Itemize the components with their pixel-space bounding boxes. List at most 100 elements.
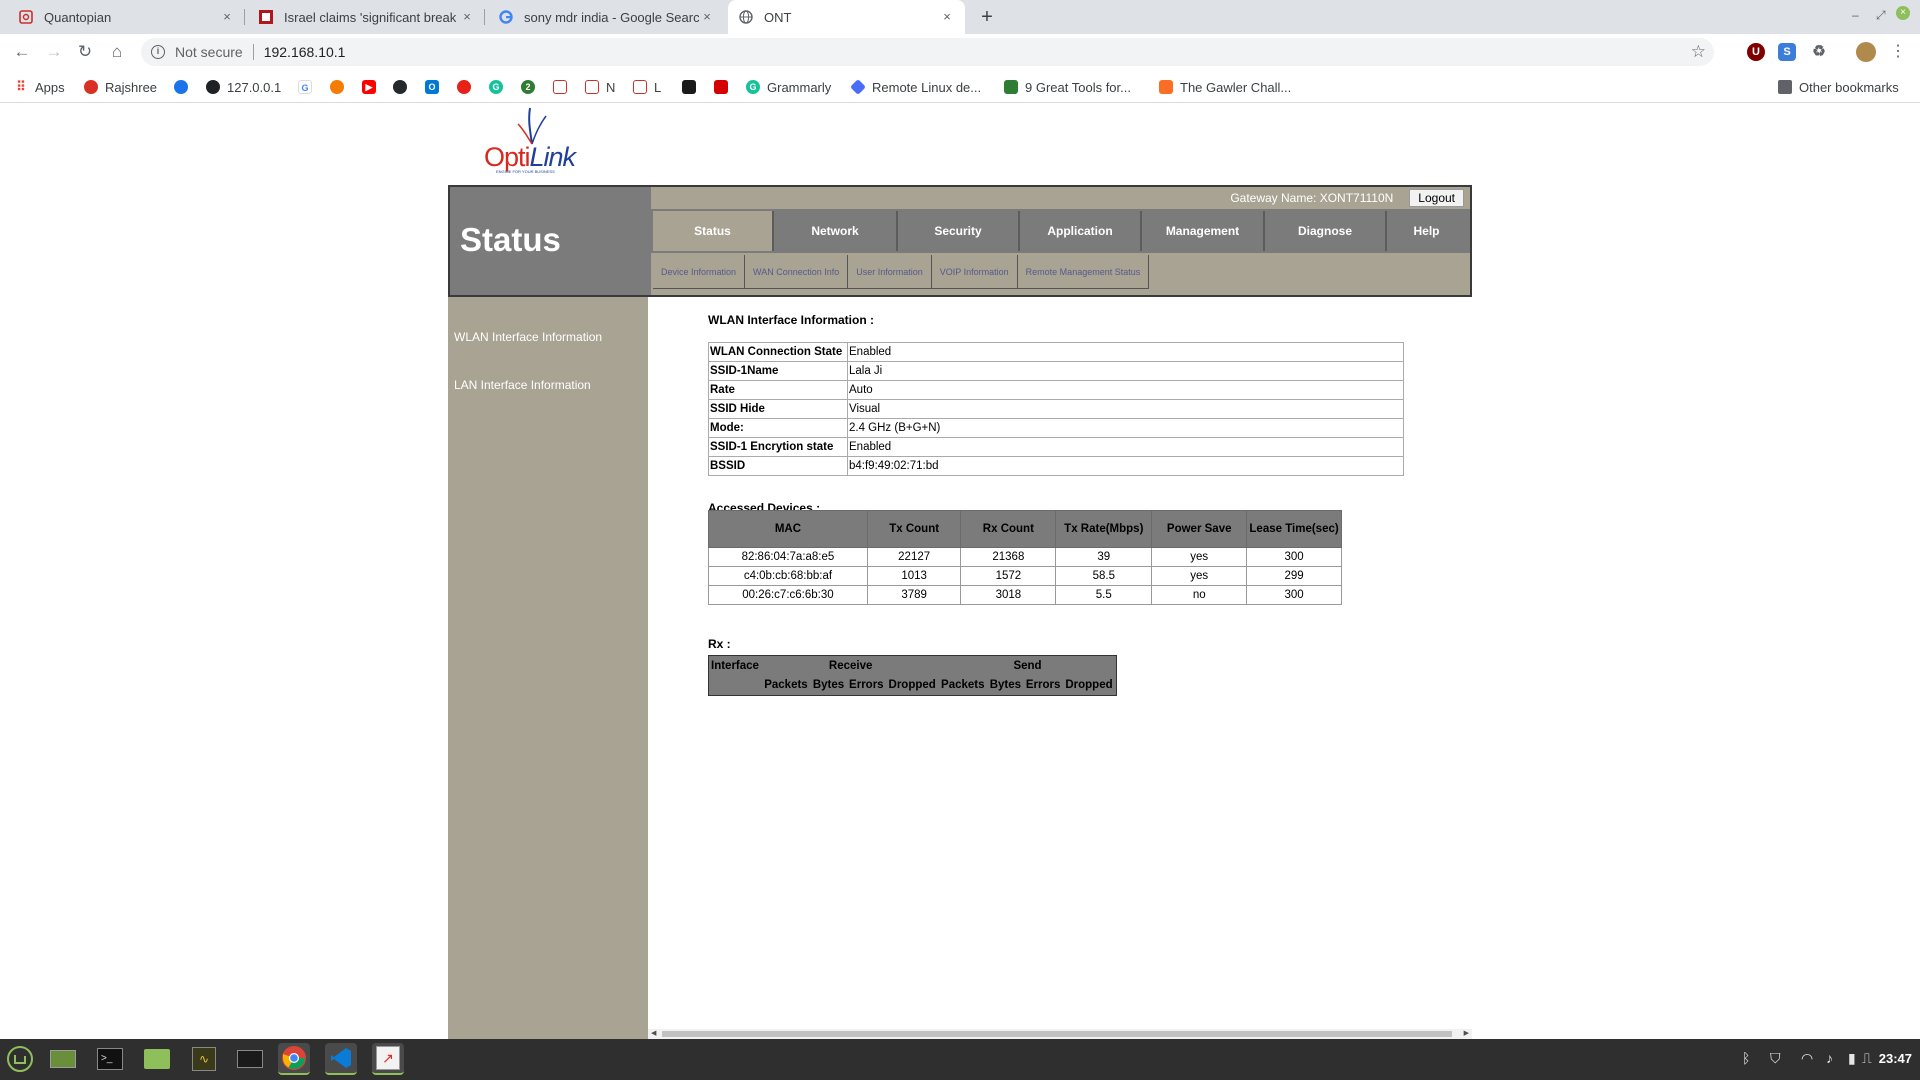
terminal-icon[interactable]: >_ [94, 1043, 126, 1075]
close-tab-icon[interactable]: × [219, 9, 235, 25]
tab-diagnose[interactable]: Diagnose [1265, 211, 1387, 251]
scroll-left-icon[interactable]: ◀ [651, 1029, 656, 1039]
bookmark-grammarly[interactable]: G Grammarly [746, 77, 831, 97]
scroll-right-icon[interactable]: ▶ [1464, 1029, 1469, 1039]
vscode-icon[interactable] [325, 1043, 357, 1075]
chrome-taskbar-icon[interactable] [278, 1043, 310, 1075]
extension-sync-icon[interactable]: S [1778, 43, 1796, 61]
info-icon[interactable]: i [151, 45, 165, 59]
display-icon[interactable] [234, 1043, 266, 1075]
tab-news[interactable]: Israel claims 'significant break × [248, 0, 485, 34]
rx-column-header: Dropped [1065, 679, 1113, 692]
gitlab-icon [1159, 80, 1173, 94]
tab-network[interactable]: Network [774, 211, 898, 251]
bookmark-google[interactable]: G [298, 77, 312, 97]
app-chart-icon[interactable]: ↗ [372, 1043, 404, 1075]
show-desktop-icon[interactable] [47, 1043, 79, 1075]
shield-icon[interactable]: ⛉ [1770, 1050, 1781, 1067]
swirl-icon [174, 80, 188, 94]
wlan-field-label: SSID-1 Encrytion state [708, 437, 848, 457]
bluetooth-icon[interactable]: ᛒ [1742, 1050, 1750, 1066]
sidebar-item-lan[interactable]: LAN Interface Information [454, 378, 591, 392]
bookmark-dark[interactable] [682, 77, 696, 97]
reload-icon[interactable]: ↻ [73, 40, 97, 64]
bookmark-duckduckgo[interactable] [330, 77, 344, 97]
grammarly-icon: G [746, 80, 760, 94]
ublock-icon[interactable]: U [1747, 43, 1765, 61]
tab-quantopian[interactable]: Quantopian × [8, 0, 245, 34]
table-cell: 1572 [960, 566, 1057, 586]
new-tab-button[interactable]: + [974, 5, 1000, 29]
address-bar[interactable]: i Not secure 192.168.10.1 ☆ [141, 38, 1714, 66]
column-header: MAC [708, 510, 868, 548]
bookmark-outlook[interactable]: O [425, 77, 439, 97]
tab-status[interactable]: Status [653, 211, 774, 251]
close-tab-icon[interactable]: × [459, 9, 475, 25]
bookmark-grammarly-1[interactable]: G [489, 77, 503, 97]
wlan-field-label: BSSID [708, 456, 848, 476]
back-icon[interactable]: ← [10, 40, 34, 64]
bookmark-l[interactable]: L [633, 77, 661, 97]
menu-icon[interactable]: ⋮ [1886, 40, 1910, 64]
tab-application[interactable]: Application [1020, 211, 1142, 251]
logo-part1: Opti [484, 142, 531, 172]
files-icon[interactable] [141, 1043, 173, 1075]
tab-google-search[interactable]: sony mdr india - Google Searc × [488, 0, 725, 34]
bookmark-red[interactable] [714, 77, 728, 97]
bookmark-apps[interactable]: ⠿ Apps [14, 77, 64, 97]
close-tab-icon[interactable]: × [699, 9, 715, 25]
mint-menu-icon[interactable] [4, 1043, 36, 1075]
system-monitor-icon[interactable]: ∿ [188, 1043, 220, 1075]
other-bookmarks[interactable]: Other bookmarks [1778, 77, 1899, 97]
bookmark-2[interactable]: 2 [521, 77, 535, 97]
volume-icon[interactable]: ♪ [1826, 1050, 1833, 1066]
bookmark-remote-linux[interactable]: Remote Linux de... [850, 77, 981, 97]
scrollbar-thumb[interactable] [662, 1031, 1452, 1037]
tab-help[interactable]: Help [1387, 211, 1466, 251]
tab-security[interactable]: Security [898, 211, 1020, 251]
battery-icon[interactable]: ▮ [1848, 1050, 1856, 1067]
tab-title: Quantopian [44, 9, 112, 25]
subtab-wan-connection-info[interactable]: WAN Connection Info [745, 255, 849, 289]
taskbar: >_ ∿ ↗ ᛒ ⛉ ◠ ♪ ▮ ⎍ 23:47 [0, 1039, 1920, 1080]
bookmark-n[interactable]: N [585, 77, 615, 97]
bookmark-pocket[interactable] [457, 77, 471, 97]
subtab-user-information[interactable]: User Information [848, 255, 932, 289]
forward-icon[interactable]: → [42, 40, 66, 64]
close-window-icon[interactable]: × [1896, 6, 1910, 20]
tab-management[interactable]: Management [1142, 211, 1265, 251]
bookmark-gawler[interactable]: The Gawler Chall... [1159, 77, 1291, 97]
bookmark-label: 9 Great Tools for... [1025, 79, 1131, 95]
profile-avatar[interactable] [1856, 42, 1876, 62]
tab-strip: Quantopian × Israel claims 'significant … [0, 0, 1920, 34]
rx-column-header: Errors [849, 679, 884, 692]
bookmark-localhost[interactable]: 127.0.0.1 [206, 77, 281, 97]
url-text[interactable]: 192.168.10.1 [264, 44, 346, 60]
logout-button[interactable]: Logout [1409, 189, 1464, 207]
status-panel: Status [450, 187, 650, 295]
bookmark-rajshree[interactable]: Rajshree [84, 77, 157, 97]
bookmark-icon-1[interactable] [174, 77, 188, 97]
minimize-icon[interactable]: – [1852, 8, 1859, 22]
table-cell: 1013 [866, 566, 962, 586]
bookmark-github[interactable] [393, 77, 407, 97]
clock: 23:47 [1878, 1051, 1912, 1066]
restore-icon[interactable]: ⤢ [1876, 8, 1886, 23]
subtab-device-information[interactable]: Device Information [653, 255, 746, 289]
subtab-voip-information[interactable]: VOIP Information [931, 255, 1018, 289]
bookmark-star-icon[interactable]: ☆ [1691, 42, 1706, 62]
bookmark-9-great-tools[interactable]: 9 Great Tools for... [1004, 77, 1131, 97]
table-row: Mode: 2.4 GHz (B+G+N) [708, 418, 1404, 438]
horizontal-scrollbar[interactable]: ◀ ▶ [648, 1029, 1472, 1039]
home-icon[interactable]: ⌂ [105, 40, 129, 64]
subtab-remote-management-status[interactable]: Remote Management Status [1017, 255, 1150, 289]
wifi-icon[interactable]: ◠ [1801, 1050, 1813, 1067]
tab-ont[interactable]: ONT × [728, 0, 965, 34]
close-tab-icon[interactable]: × [939, 9, 955, 25]
bookmark-youtube[interactable]: ▶ [362, 77, 376, 97]
recycle-icon[interactable]: ♻ [1810, 43, 1828, 61]
bookmark-quantopian[interactable] [553, 77, 567, 97]
network-icon[interactable]: ⎍ [1862, 1050, 1872, 1067]
wlan-field-label: WLAN Connection State [708, 342, 848, 362]
sidebar-item-wlan[interactable]: WLAN Interface Information [454, 330, 602, 344]
